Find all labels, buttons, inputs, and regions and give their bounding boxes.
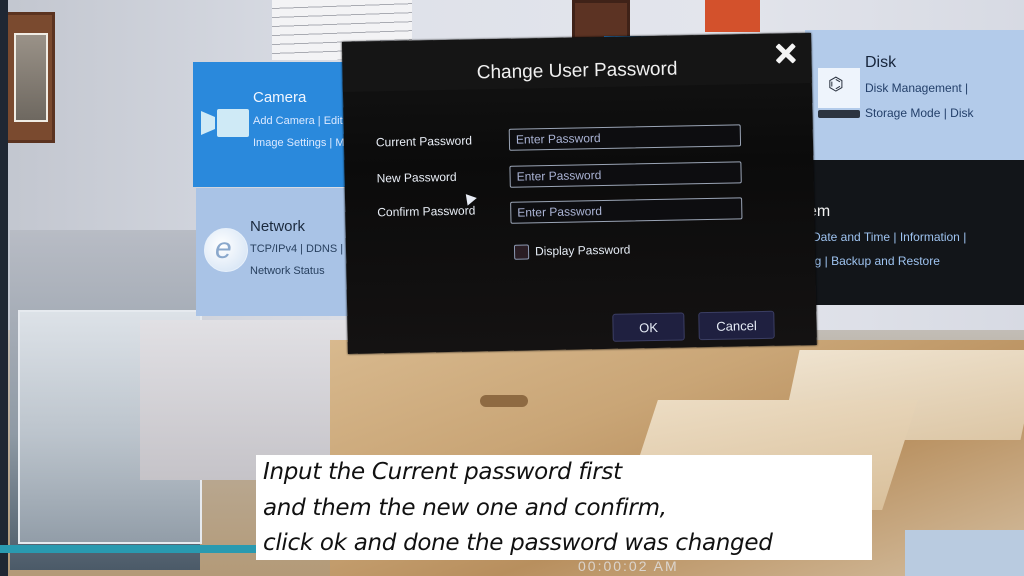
display-password-checkbox[interactable] — [513, 243, 530, 260]
confirm-password-input[interactable] — [510, 197, 743, 224]
menu-tile-camera[interactable]: Camera Add Camera | Edit Image Settings … — [193, 62, 353, 187]
caption-line-3: click ok and done the password was chang… — [263, 530, 773, 556]
storage-bin — [905, 530, 1024, 576]
cancel-button[interactable]: Cancel — [698, 310, 775, 341]
camera-title: Camera — [253, 89, 307, 106]
new-password-label: New Password — [376, 169, 457, 186]
close-icon[interactable] — [773, 41, 797, 65]
caption-line-2: and them the new one and confirm, — [263, 495, 667, 521]
camera-link-add-edit[interactable]: Add Camera | Edit — [253, 115, 343, 127]
camera-link-image-settings[interactable]: Image Settings | M — [253, 137, 345, 149]
system-link-date-info[interactable]: Date and Time | Information | — [812, 230, 966, 244]
tutorial-caption: Input the Current password first and the… — [256, 455, 872, 560]
current-password-input[interactable] — [508, 124, 742, 151]
display-password-option[interactable]: Display Password — [513, 242, 631, 260]
disk-link-storage-mode[interactable]: Storage Mode | Disk — [865, 106, 974, 120]
box-handle — [480, 395, 528, 407]
change-password-dialog: Change User Password Current Password Ne… — [342, 32, 817, 354]
globe-icon: e — [204, 228, 248, 272]
ok-button[interactable]: OK — [612, 312, 685, 342]
confirm-password-label: Confirm Password — [377, 203, 476, 220]
orange-box — [705, 0, 760, 32]
menu-tile-network[interactable]: e Network TCP/IPv4 | DDNS | P Network St… — [196, 188, 356, 316]
network-link-tcp-ddns[interactable]: TCP/IPv4 | DDNS | P — [250, 243, 354, 255]
camera-timestamp: 00:00:02 AM — [578, 558, 679, 574]
disk-link-management[interactable]: Disk Management | — [865, 81, 968, 95]
disk-title: Disk — [865, 54, 897, 71]
picture-frame — [5, 12, 55, 143]
menu-tile-system[interactable]: em Date and Time | Information | og | Ba… — [808, 160, 1024, 305]
new-password-input[interactable] — [509, 161, 742, 188]
network-title: Network — [250, 218, 306, 235]
disk-icon: ⌬ — [818, 68, 860, 118]
display-password-label: Display Password — [534, 242, 631, 259]
caption-line-1: Input the Current password first — [263, 459, 622, 485]
system-link-log-backup[interactable]: og | Backup and Restore — [808, 254, 940, 268]
picture-frame-top — [572, 0, 630, 40]
tv-bezel — [0, 0, 8, 576]
video-camera-icon — [201, 109, 249, 137]
network-link-status[interactable]: Network Status — [250, 265, 325, 277]
menu-tile-disk[interactable]: ⌬ Disk Disk Management | Storage Mode | … — [805, 30, 1024, 160]
current-password-label: Current Password — [375, 133, 473, 150]
